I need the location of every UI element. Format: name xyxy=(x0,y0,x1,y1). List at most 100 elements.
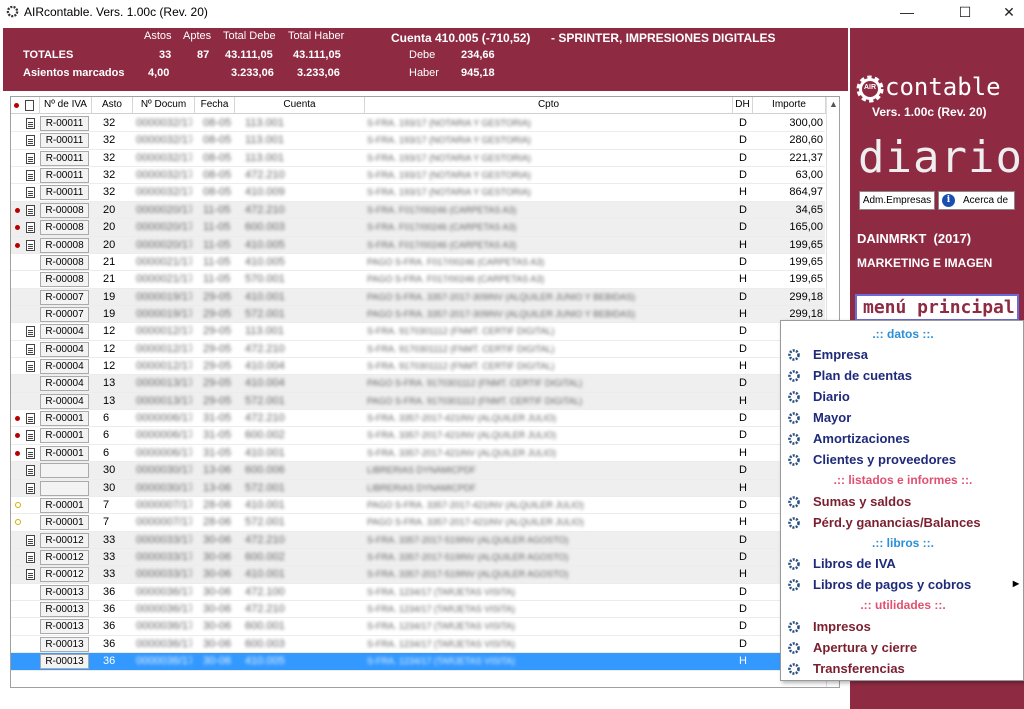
header-iva[interactable]: Nº de IVA xyxy=(40,97,92,114)
iva-cell[interactable]: R-00007 xyxy=(40,289,89,305)
mark-dot-icon[interactable] xyxy=(15,207,20,213)
document-icon[interactable] xyxy=(26,430,35,442)
table-row[interactable]: R-00013 36 0000036/17 30-06 410.005 S-FRA. 12… xyxy=(11,653,825,671)
header-cpto[interactable]: Cpto xyxy=(365,97,733,114)
acerca-de-button[interactable]: i Acerca de xyxy=(938,191,1015,210)
document-icon[interactable] xyxy=(26,239,35,251)
document-icon[interactable] xyxy=(26,343,35,355)
menu-item-perdidas-y-ganancias[interactable]: Pérd.y ganancias/Balances xyxy=(781,513,1024,534)
mark-dot-icon[interactable] xyxy=(15,225,20,231)
document-icon[interactable] xyxy=(26,170,35,182)
menu-item-amortizaciones[interactable]: Amortizaciones xyxy=(781,429,1024,450)
iva-cell[interactable]: R-00008 xyxy=(40,272,89,288)
table-row[interactable]: R-00004 13 0000013/17 29-05 572.001 PAGO S-FR… xyxy=(11,392,825,411)
table-row[interactable]: R-00001 6 0000006/17 31-05 600.002 S-FRA. 335… xyxy=(11,427,825,445)
mark-dot-icon[interactable] xyxy=(15,433,20,439)
menu-principal-button[interactable]: menú principal xyxy=(855,294,1019,321)
table-row[interactable]: R-00013 36 0000036/17 30-06 600.001 S-FRA. 12… xyxy=(11,618,825,636)
header-importe[interactable]: Importe xyxy=(753,97,826,114)
table-row[interactable]: R-00011 32 0000032/17 08-05 410.009 S-FRA. 19… xyxy=(11,184,825,202)
adm-empresas-button[interactable]: Adm.Empresas xyxy=(859,191,935,210)
header-docum[interactable]: Nº Docum xyxy=(133,97,195,114)
table-row[interactable]: R-00004 13 0000013/17 29-05 410.004 PAGO S-FR… xyxy=(11,375,825,393)
menu-item-apertura-y-cierre[interactable]: Apertura y cierre xyxy=(781,638,1024,659)
table-row[interactable]: R-00001 6 0000006/17 31-05 472.210 S-FRA. 335… xyxy=(11,410,825,428)
iva-cell[interactable]: R-00001 xyxy=(40,428,89,444)
menu-item-transferencias[interactable]: Transferencias xyxy=(781,659,1024,680)
header-asto[interactable]: Asto xyxy=(92,97,133,114)
iva-cell[interactable]: R-00011 xyxy=(40,168,89,184)
mark-dot-icon[interactable] xyxy=(15,242,20,248)
table-row[interactable]: R-00004 12 0000012/17 29-05 113.001 S-FRA. 91… xyxy=(11,323,825,341)
document-icon[interactable] xyxy=(26,187,35,199)
close-button[interactable]: ✕ xyxy=(986,0,1024,24)
table-row[interactable]: 30 0000030/17 13-06 600.006 LIBRERIAS DYNAMI… xyxy=(11,462,825,480)
document-icon[interactable] xyxy=(26,465,35,477)
table-row[interactable]: R-00013 36 0000036/17 30-06 472.210 S-FRA. 12… xyxy=(11,601,825,619)
table-row[interactable]: R-00008 20 0000020/17 11-05 472.210 S-FRA. F0… xyxy=(11,201,825,220)
menu-item-libros-de-pagos-y-cobros[interactable]: Libros de pagos y cobros ▶ xyxy=(781,575,1024,596)
table-row[interactable]: R-00012 33 0000033/17 30-06 600.002 S-FRA. 33… xyxy=(11,548,825,567)
menu-item-impresos[interactable]: Impresos xyxy=(781,617,1024,638)
iva-cell[interactable]: R-00012 xyxy=(40,532,89,548)
document-icon[interactable] xyxy=(26,534,35,546)
table-row[interactable]: R-00004 12 0000012/17 29-05 472.210 S-FRA. 91… xyxy=(11,341,825,359)
document-icon[interactable] xyxy=(26,152,35,164)
menu-item-plan-de-cuentas[interactable]: Plan de cuentas xyxy=(781,366,1024,387)
table-row[interactable]: R-00012 33 0000033/17 30-06 410.001 S-FRA. 33… xyxy=(11,566,825,584)
table-row[interactable]: 30 0000030/17 13-06 572.001 LIBRERIAS DYNAMI… xyxy=(11,479,825,497)
table-row[interactable]: R-00013 36 0000036/17 30-06 600.003 S-FRA. 12… xyxy=(11,636,825,654)
iva-cell[interactable]: R-00012 xyxy=(40,549,89,565)
header-fecha[interactable]: Fecha xyxy=(195,97,235,114)
menu-item-empresa[interactable]: Empresa xyxy=(781,345,1024,366)
table-row[interactable]: R-00008 21 0000021/17 11-05 570.001 PAGO S-FR… xyxy=(11,271,825,289)
iva-cell[interactable]: R-00013 xyxy=(40,602,89,618)
scroll-up-arrow-icon[interactable]: ▲ xyxy=(827,97,839,111)
menu-item-diario[interactable]: Diario xyxy=(781,387,1024,408)
document-icon[interactable] xyxy=(26,118,35,129)
iva-cell[interactable]: R-00004 xyxy=(40,324,89,340)
table-row[interactable]: R-00001 6 0000006/17 31-05 410.001 S-FRA. 335… xyxy=(11,445,825,463)
menu-item-libros-de-iva[interactable]: Libros de IVA xyxy=(781,554,1024,575)
iva-cell[interactable]: R-00008 xyxy=(40,254,89,270)
document-icon[interactable] xyxy=(26,204,35,216)
iva-cell[interactable]: R-00001 xyxy=(40,445,89,461)
iva-cell[interactable]: R-00001 xyxy=(40,411,89,427)
minimize-button[interactable]: — xyxy=(884,0,930,24)
iva-cell[interactable]: R-00011 xyxy=(40,150,89,166)
iva-cell[interactable] xyxy=(40,480,89,496)
maximize-button[interactable]: ☐ xyxy=(942,0,988,24)
iva-cell[interactable]: R-00008 xyxy=(40,220,89,236)
document-icon[interactable] xyxy=(26,569,35,581)
mark-dot-icon[interactable] xyxy=(15,416,20,422)
header-dh[interactable]: DH xyxy=(733,97,753,114)
mark-dot-icon[interactable] xyxy=(15,450,20,456)
iva-cell[interactable]: R-00013 xyxy=(40,584,89,600)
table-row[interactable]: R-00001 7 0000007/17 28-06 410.001 PAGO S-FRA… xyxy=(11,497,825,515)
document-icon[interactable] xyxy=(26,361,35,373)
document-icon[interactable] xyxy=(26,135,35,147)
document-icon[interactable] xyxy=(26,222,35,234)
iva-cell[interactable] xyxy=(40,463,89,479)
header-cuenta[interactable]: Cuenta xyxy=(235,97,365,114)
iva-cell[interactable]: R-00011 xyxy=(40,116,89,131)
iva-cell[interactable]: R-00004 xyxy=(40,341,89,357)
iva-cell[interactable]: R-00008 xyxy=(40,202,89,218)
table-row[interactable]: R-00011 32 0000032/17 08-05 113.001 S-FRA. 19… xyxy=(11,132,825,150)
table-row[interactable]: R-00004 12 0000012/17 29-05 410.004 S-FRA. 91… xyxy=(11,358,825,376)
table-row[interactable]: R-00008 20 0000020/17 11-05 600.003 S-FRA. F0… xyxy=(11,219,825,237)
iva-cell[interactable]: R-00001 xyxy=(40,515,89,531)
table-row[interactable]: R-00001 7 0000007/17 28-06 572.001 PAGO S-FRA… xyxy=(11,514,825,532)
table-row[interactable]: R-00008 21 0000021/17 11-05 410.005 PAGO S-FR… xyxy=(11,254,825,272)
table-row[interactable]: R-00011 32 0000032/17 08-05 113.001 S-FRA. 19… xyxy=(11,115,825,133)
iva-cell[interactable]: R-00004 xyxy=(40,359,89,375)
iva-cell[interactable]: R-00013 xyxy=(40,636,89,652)
table-row[interactable]: R-00008 20 0000020/17 11-05 410.005 S-FRA. F0… xyxy=(11,236,825,254)
document-icon[interactable] xyxy=(26,482,35,494)
iva-cell[interactable]: R-00013 xyxy=(40,619,89,635)
iva-cell[interactable]: R-00013 xyxy=(40,654,89,670)
menu-item-sumas-y-saldos[interactable]: Sumas y saldos xyxy=(781,492,1024,513)
iva-cell[interactable]: R-00004 xyxy=(40,393,89,409)
iva-cell[interactable]: R-00011 xyxy=(40,133,89,149)
menu-item-clientes-y-proveedores[interactable]: Clientes y proveedores xyxy=(781,450,1024,471)
